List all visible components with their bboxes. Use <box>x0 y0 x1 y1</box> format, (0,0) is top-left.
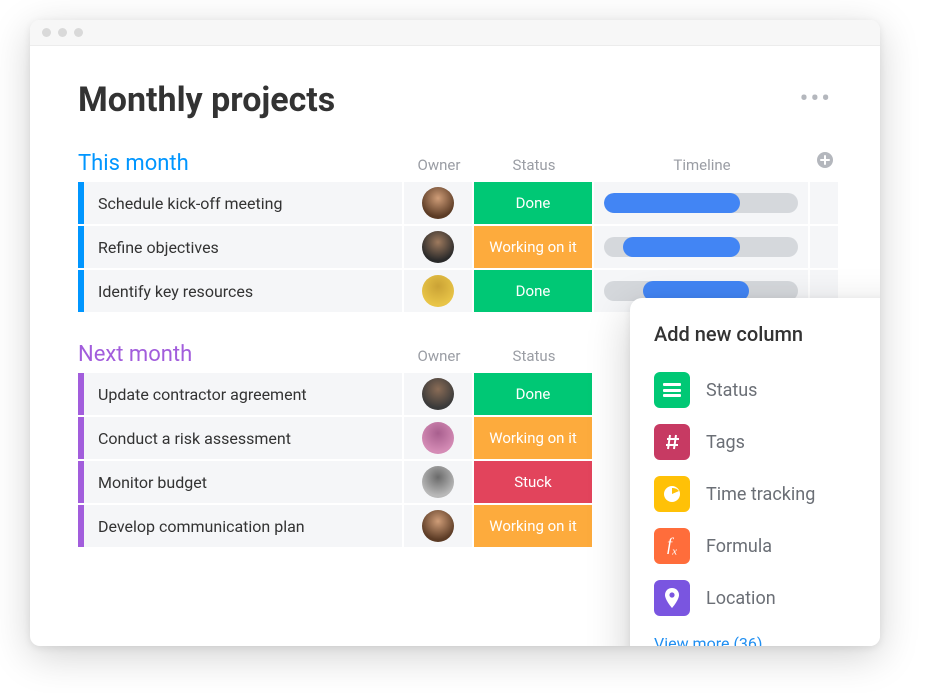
avatar <box>422 231 454 263</box>
status-cell[interactable]: Done <box>474 373 592 415</box>
task-name-cell[interactable]: Schedule kick-off meeting <box>78 182 402 224</box>
column-type-label: Location <box>706 588 776 609</box>
column-type-option[interactable]: Location <box>654 572 880 624</box>
window-dot <box>74 28 83 37</box>
page-title: Monthly projects <box>78 80 335 120</box>
window-titlebar <box>30 20 880 46</box>
column-type-label: Tags <box>706 432 745 453</box>
column-header-status[interactable]: Status <box>474 347 594 367</box>
group-title[interactable]: This month <box>78 151 404 176</box>
status-cell[interactable]: Working on it <box>474 417 592 459</box>
owner-cell[interactable] <box>404 270 472 312</box>
avatar <box>422 378 454 410</box>
column-header-timeline[interactable]: Timeline <box>594 156 810 176</box>
status-icon-tile <box>654 372 690 408</box>
status-cell[interactable]: Stuck <box>474 461 592 503</box>
task-name-cell[interactable]: Refine objectives <box>78 226 402 268</box>
column-type-option[interactable]: Tags <box>654 416 880 468</box>
clock-icon <box>662 484 682 504</box>
column-header-status[interactable]: Status <box>474 156 594 176</box>
empty-add-cell <box>810 226 838 268</box>
fx-icon: fx <box>667 534 677 558</box>
avatar <box>422 187 454 219</box>
view-more-link[interactable]: View more (36) <box>654 634 880 646</box>
task-name-cell[interactable]: Conduct a risk assessment <box>78 417 402 459</box>
column-header-owner[interactable]: Owner <box>404 156 474 176</box>
column-type-option[interactable]: Status <box>654 364 880 416</box>
status-cell[interactable]: Done <box>474 270 592 312</box>
owner-cell[interactable] <box>404 226 472 268</box>
timeline-fill <box>604 193 740 213</box>
column-type-option[interactable]: fx Formula <box>654 520 880 572</box>
column-type-label: Time tracking <box>706 484 815 505</box>
add-column-button[interactable] <box>810 150 840 176</box>
task-name-cell[interactable]: Monitor budget <box>78 461 402 503</box>
owner-cell[interactable] <box>404 417 472 459</box>
group: This monthOwnerStatusTimeline Schedule ki… <box>78 150 840 312</box>
plus-icon <box>816 150 834 174</box>
column-header-owner[interactable]: Owner <box>404 347 474 367</box>
avatar <box>422 275 454 307</box>
avatar <box>422 466 454 498</box>
hash-icon <box>663 433 681 451</box>
owner-cell[interactable] <box>404 461 472 503</box>
window-dot <box>42 28 51 37</box>
pin-icon-tile <box>654 580 690 616</box>
hash-icon-tile <box>654 424 690 460</box>
avatar <box>422 422 454 454</box>
popover-title: Add new column <box>654 322 880 346</box>
add-column-popover: Add new column Status Tags Time tracking fx… <box>630 298 880 646</box>
owner-cell[interactable] <box>404 373 472 415</box>
status-cell[interactable]: Working on it <box>474 226 592 268</box>
timeline-bar <box>604 237 798 257</box>
timeline-bar <box>604 193 798 213</box>
pin-icon <box>663 588 681 608</box>
status-cell[interactable]: Working on it <box>474 505 592 547</box>
table-row: Refine objectives Working on it <box>78 226 840 268</box>
column-type-option[interactable]: Time tracking <box>654 468 880 520</box>
group-title[interactable]: Next month <box>78 342 404 367</box>
fx-icon-tile: fx <box>654 528 690 564</box>
board-content: Monthly projects ••• This monthOwnerStat… <box>30 46 880 646</box>
status-icon <box>663 383 681 397</box>
more-menu-button[interactable]: ••• <box>800 96 840 104</box>
task-name-cell[interactable]: Update contractor agreement <box>78 373 402 415</box>
window-dot <box>58 28 67 37</box>
clock-icon-tile <box>654 476 690 512</box>
column-type-label: Status <box>706 380 757 401</box>
column-type-label: Formula <box>706 536 772 557</box>
task-name-cell[interactable]: Identify key resources <box>78 270 402 312</box>
table-row: Schedule kick-off meeting Done <box>78 182 840 224</box>
status-cell[interactable]: Done <box>474 182 592 224</box>
timeline-cell[interactable] <box>594 226 808 268</box>
task-name-cell[interactable]: Develop communication plan <box>78 505 402 547</box>
owner-cell[interactable] <box>404 505 472 547</box>
avatar <box>422 510 454 542</box>
timeline-cell[interactable] <box>594 182 808 224</box>
timeline-fill <box>623 237 739 257</box>
empty-add-cell <box>810 182 838 224</box>
group-header: This monthOwnerStatusTimeline <box>78 150 840 176</box>
owner-cell[interactable] <box>404 182 472 224</box>
app-window: Monthly projects ••• This monthOwnerStat… <box>30 20 880 646</box>
